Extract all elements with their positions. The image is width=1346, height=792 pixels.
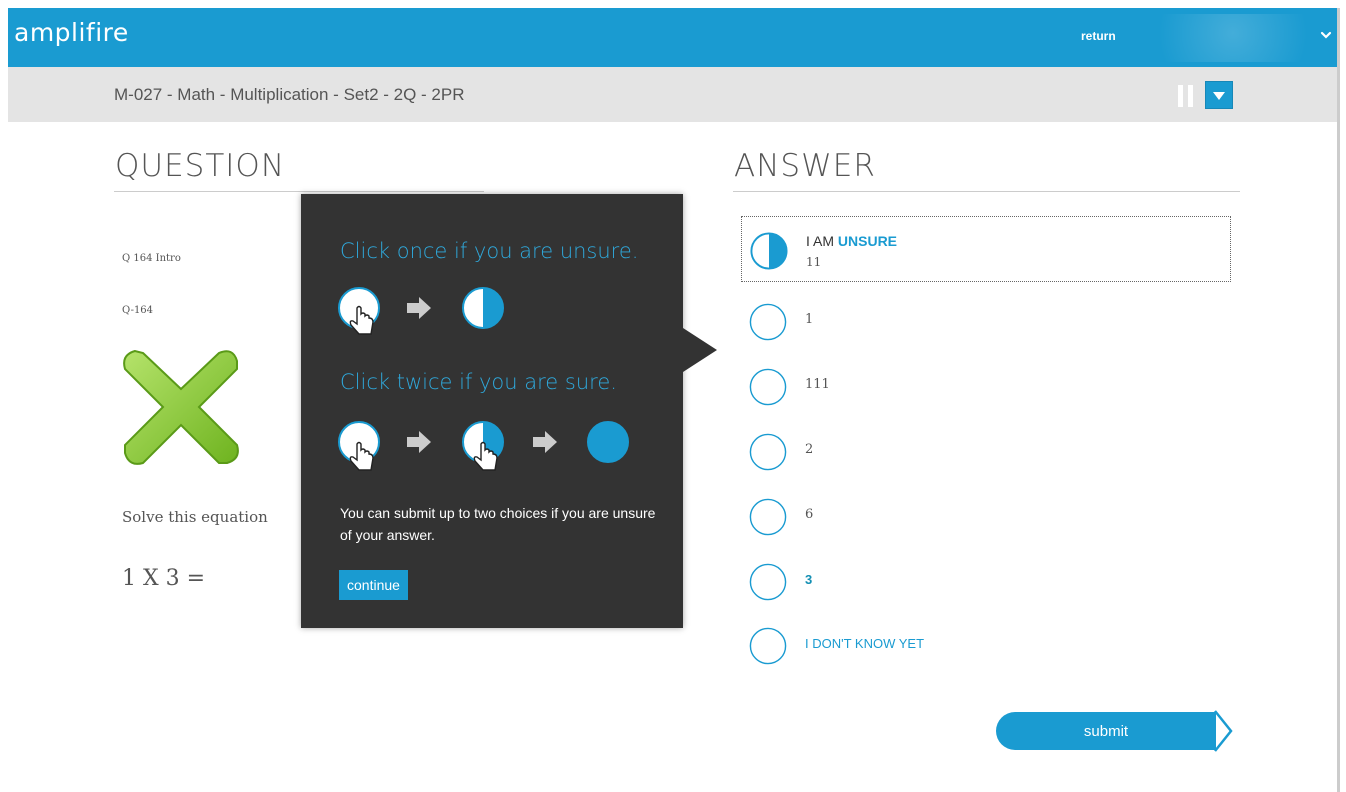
confidence-bubble-icon[interactable] [749, 303, 787, 341]
answer-label: 2 [805, 442, 814, 457]
sure-demo-row [338, 421, 629, 471]
module-title: M-027 - Math - Multiplication - Set2 - 2… [114, 85, 465, 104]
answer-option[interactable]: 1 [741, 288, 1231, 354]
module-header: M-027 - Math - Multiplication - Set2 - 2… [8, 67, 1337, 122]
answer-heading: ANSWER [734, 148, 876, 184]
tooltip-pointer [683, 328, 717, 372]
answer-label: I DON'T KNOW YET [805, 636, 925, 651]
confidence-bubble-icon [462, 287, 504, 329]
answer-label: 6 [805, 507, 814, 522]
answer-option[interactable]: 111 [741, 353, 1231, 419]
question-divider [114, 191, 484, 192]
arrow-right-icon [533, 431, 557, 453]
top-bar: amplifire return [8, 8, 1337, 67]
confidence-bubble-icon[interactable] [750, 232, 788, 270]
amplifire-logo[interactable]: amplifire [14, 18, 129, 47]
answer-option[interactable]: I DON'T KNOW YET [741, 612, 1231, 678]
confidence-bubble-icon[interactable] [749, 368, 787, 406]
tooltip-note: You can submit up to two choices if you … [340, 505, 656, 543]
user-name-area[interactable] [1113, 14, 1313, 62]
answer-label: 1 [805, 312, 814, 327]
answer-divider [733, 191, 1240, 192]
question-heading: QUESTION [115, 148, 286, 184]
logo-text: amplifire [14, 18, 129, 47]
unsure-demo-row [338, 287, 504, 335]
app-frame: amplifire return M-027 - Math - Multipli… [8, 8, 1340, 792]
answer-label: 11 [806, 255, 822, 269]
answer-option[interactable]: 2 [741, 418, 1231, 484]
tooltip-once-heading: Click once if you are unsure. [340, 239, 639, 263]
answer-option[interactable]: I AM UNSURE 11 [741, 216, 1231, 282]
arrow-right-icon [407, 297, 431, 319]
question-equation: 1 X 3 = [122, 566, 206, 591]
chevron-right-icon[interactable] [1213, 709, 1235, 753]
status-value: UNSURE [837, 233, 898, 249]
confidence-bubble-icon[interactable] [749, 433, 787, 471]
question-intro-label: Q 164 Intro [122, 253, 181, 264]
question-prompt: Solve this equation [122, 508, 268, 526]
arrow-right-icon [407, 431, 431, 453]
x-mark-icon [123, 349, 239, 465]
caret-down-icon[interactable] [1205, 81, 1233, 109]
confidence-bubble-icon[interactable] [749, 627, 787, 665]
confidence-bubble-icon [587, 421, 629, 463]
answer-label: 111 [805, 377, 830, 392]
confidence-help-tooltip: Click once if you are unsure. Click twic… [301, 194, 717, 628]
continue-button[interactable]: continue [339, 570, 408, 600]
pause-icon[interactable] [1178, 85, 1198, 107]
answer-label: 3 [805, 572, 813, 587]
confidence-bubble-icon[interactable] [749, 498, 787, 536]
chevron-down-icon[interactable] [1319, 28, 1333, 42]
submit-button[interactable]: submit [996, 712, 1216, 750]
answer-option[interactable]: 3 [741, 548, 1231, 614]
answer-option[interactable]: 6 [741, 483, 1231, 549]
tooltip-twice-heading: Click twice if you are sure. [340, 370, 617, 394]
return-link[interactable]: return [1081, 29, 1116, 43]
question-id-label: Q-164 [122, 305, 154, 316]
status-prefix: I AM [806, 233, 835, 249]
answer-confidence-status: I AM UNSURE [806, 233, 897, 249]
confidence-bubble-icon[interactable] [749, 563, 787, 601]
